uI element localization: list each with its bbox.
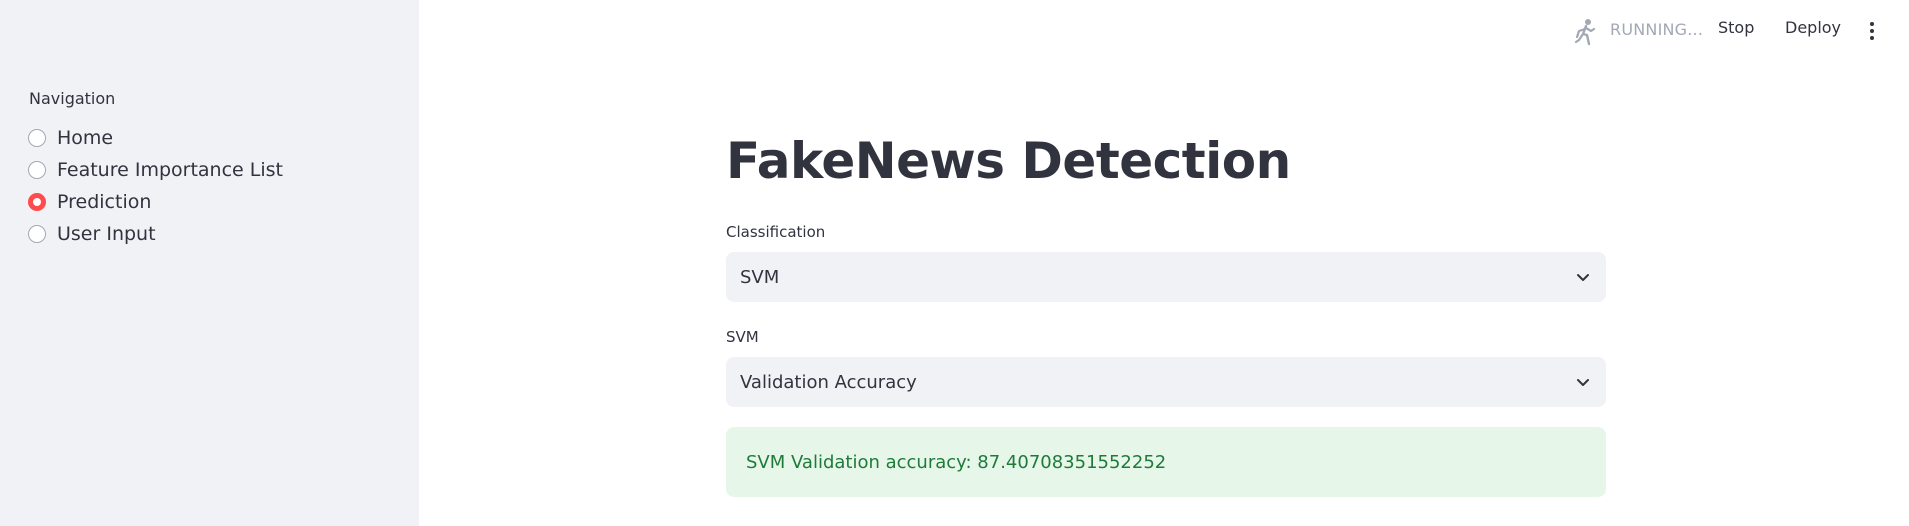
page-title: FakeNews Detection: [726, 132, 1291, 190]
radio-item-home[interactable]: Home: [28, 122, 283, 154]
radio-item-feature-importance-list[interactable]: Feature Importance List: [28, 154, 283, 186]
accuracy-result-text: SVM Validation accuracy: 87.407083515522…: [746, 451, 1167, 473]
radio-label: Feature Importance List: [57, 159, 283, 181]
vertical-ellipsis-icon: [1870, 29, 1874, 33]
chevron-down-icon: [1577, 274, 1589, 281]
radio-label: Home: [57, 127, 114, 149]
main-menu-button[interactable]: [1864, 18, 1880, 44]
svm-label: SVM: [726, 328, 759, 346]
navigation-heading: Navigation: [29, 89, 116, 108]
sidebar: Navigation Home Feature Importance List …: [0, 0, 419, 526]
radio-button-selected[interactable]: [28, 193, 46, 211]
app-root: Navigation Home Feature Importance List …: [0, 0, 1909, 526]
chevron-down-icon: [1577, 379, 1589, 386]
radio-label: Prediction: [57, 191, 152, 213]
deploy-button[interactable]: Deploy: [1785, 18, 1841, 37]
svm-metric-selected-value: Validation Accuracy: [740, 371, 917, 393]
radio-button[interactable]: [28, 129, 46, 147]
navigation-radio-group: Home Feature Importance List Prediction …: [28, 122, 283, 250]
success-alert: SVM Validation accuracy: 87.407083515522…: [726, 427, 1606, 497]
radio-selected-dot: [33, 198, 41, 206]
svm-metric-select[interactable]: Validation Accuracy: [726, 357, 1606, 407]
classification-label: Classification: [726, 223, 826, 241]
radio-item-user-input[interactable]: User Input: [28, 218, 283, 250]
stop-button[interactable]: Stop: [1718, 18, 1754, 37]
running-status-text: RUNNING...: [1610, 20, 1704, 39]
vertical-ellipsis-icon: [1870, 22, 1874, 26]
radio-button[interactable]: [28, 225, 46, 243]
running-person-icon: [1574, 19, 1596, 46]
classification-selected-value: SVM: [740, 266, 780, 288]
radio-button[interactable]: [28, 161, 46, 179]
radio-item-prediction[interactable]: Prediction: [28, 186, 283, 218]
vertical-ellipsis-icon: [1870, 36, 1874, 40]
classification-select[interactable]: SVM: [726, 252, 1606, 302]
radio-label: User Input: [57, 223, 156, 245]
